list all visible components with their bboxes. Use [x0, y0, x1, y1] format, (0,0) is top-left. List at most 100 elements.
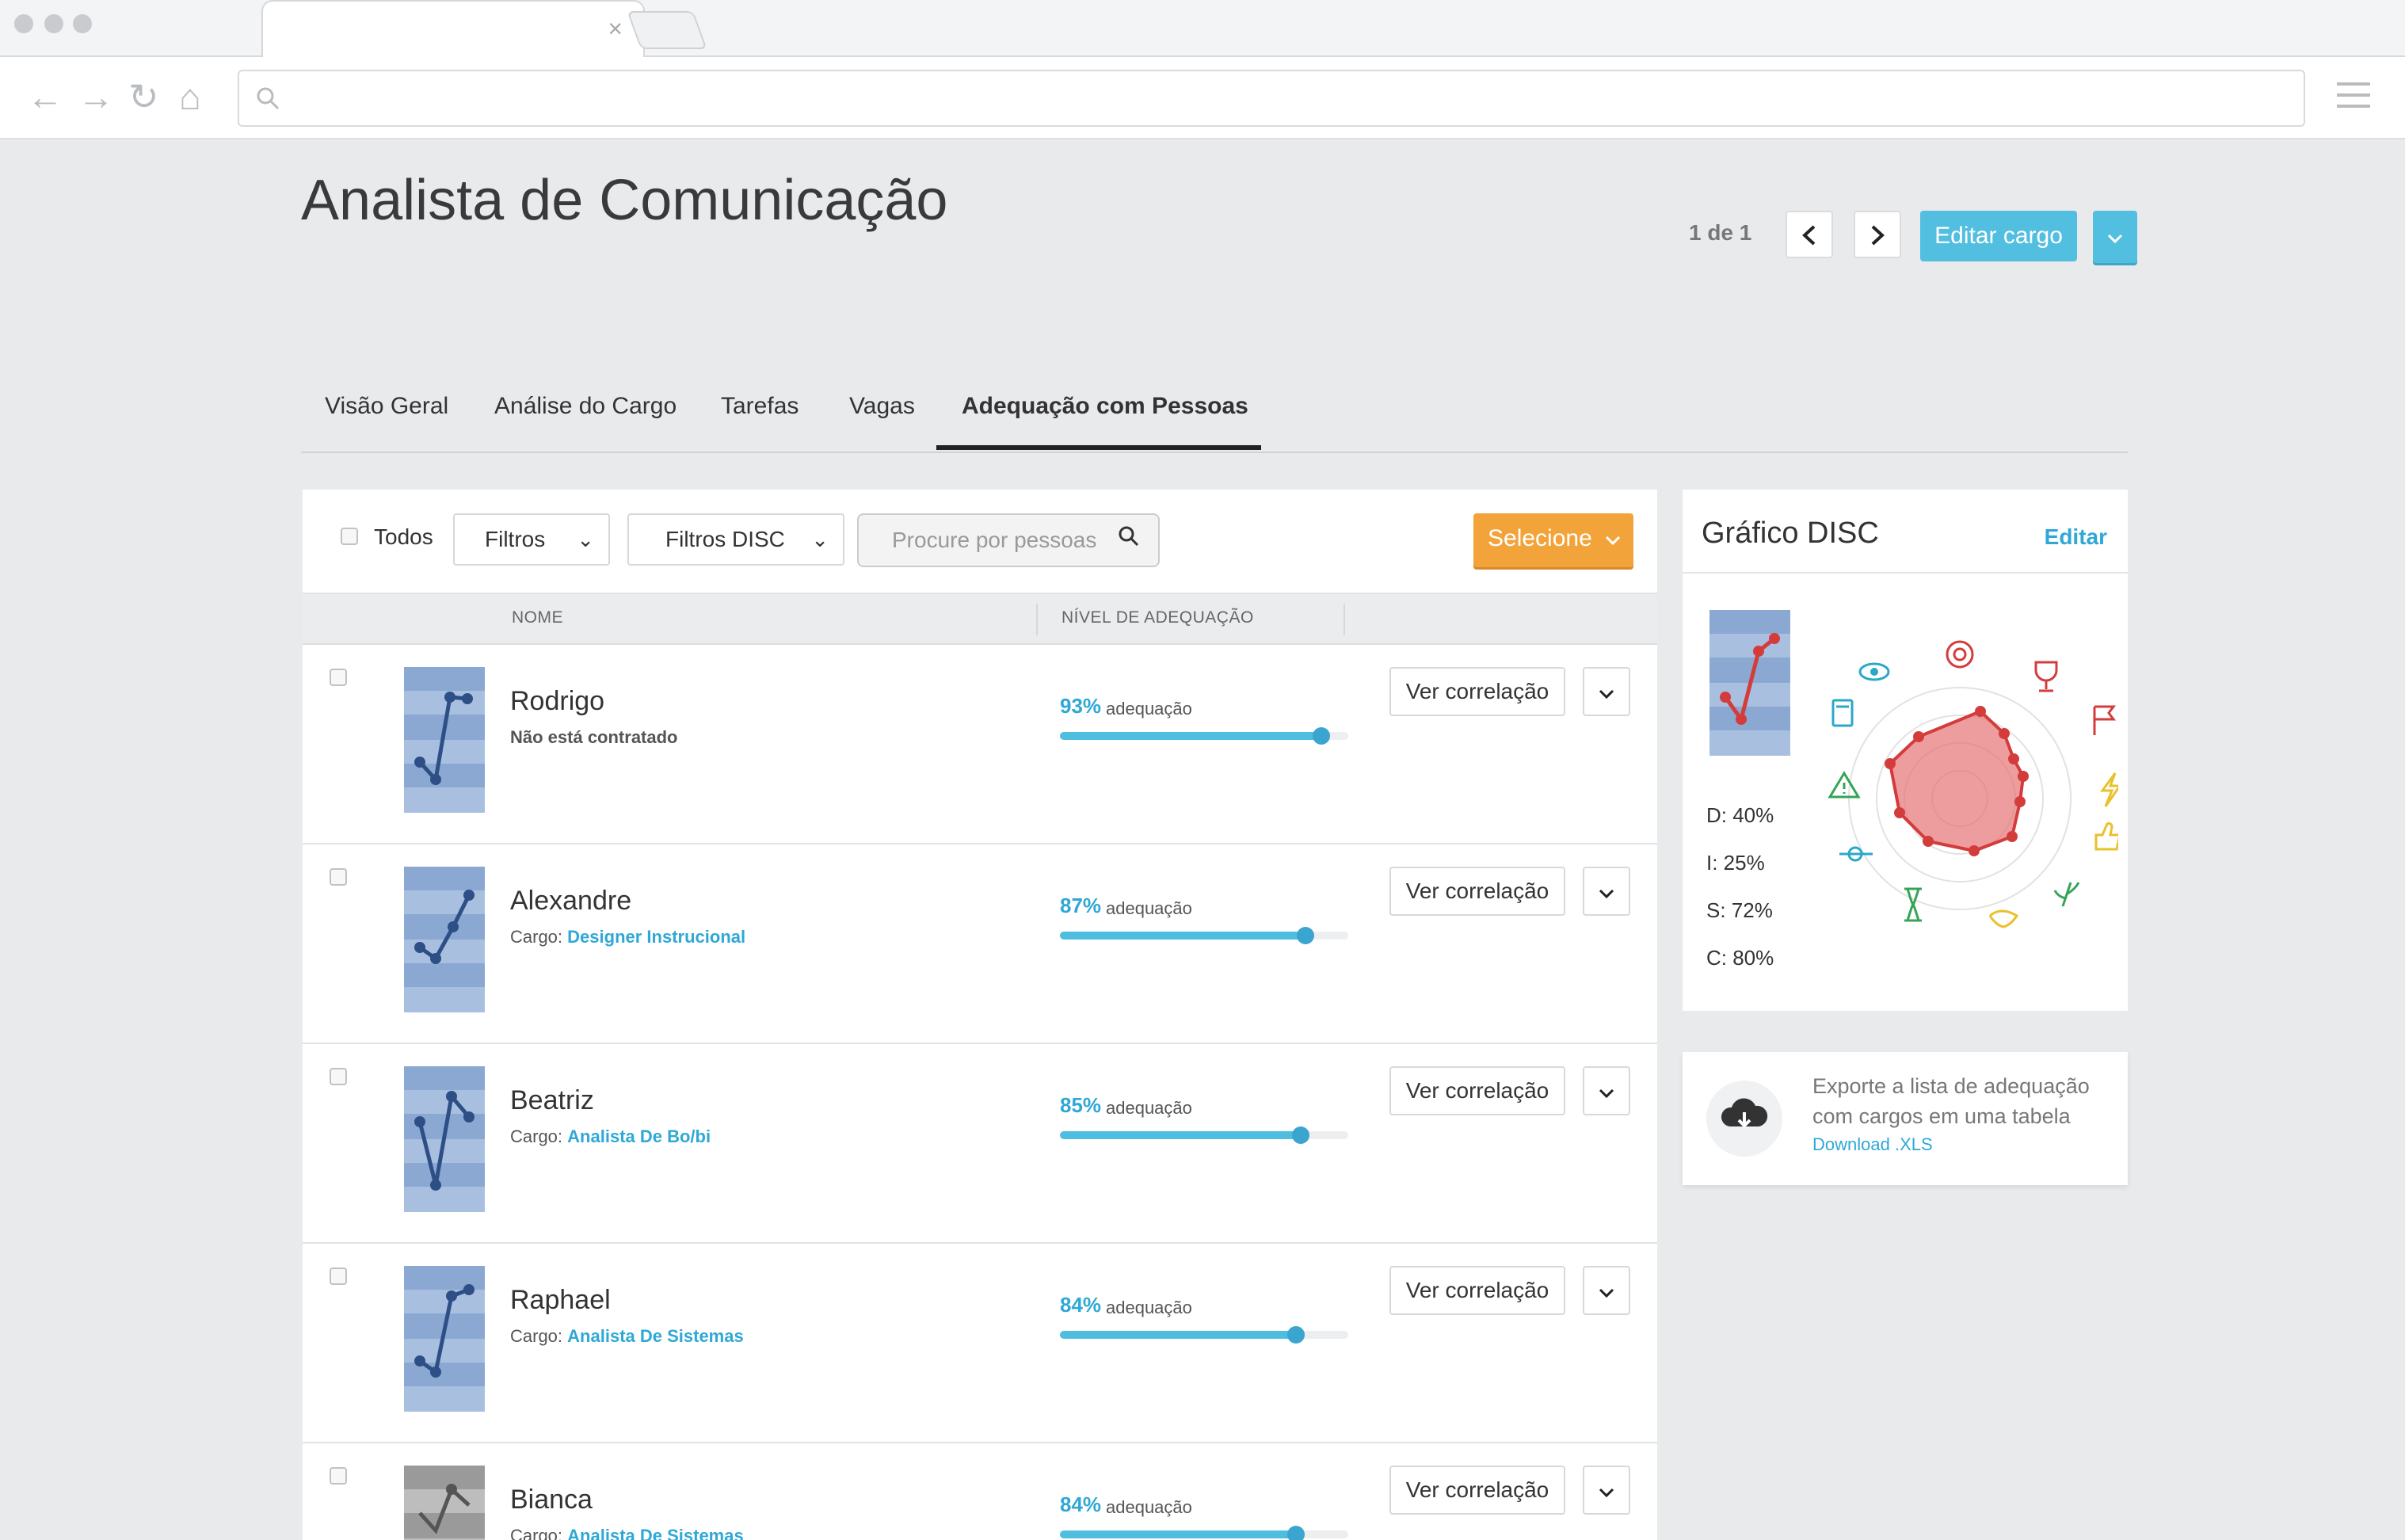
- row-dropdown-button[interactable]: [1583, 867, 1630, 916]
- next-page-button[interactable]: [1854, 211, 1901, 258]
- row-checkbox[interactable]: [330, 669, 347, 686]
- chevron-left-icon: [1802, 225, 1816, 246]
- home-icon[interactable]: ⌂: [179, 73, 201, 120]
- people-fit-card: Todos Filtros ⌄ Filtros DISC ⌄ Procure p…: [303, 490, 1657, 1540]
- flag-icon: [2093, 705, 2116, 735]
- search-icon: [257, 87, 280, 110]
- row-dropdown-button[interactable]: [1583, 1066, 1630, 1115]
- column-separator: [1344, 604, 1345, 635]
- fit-bar: [1060, 1526, 1348, 1540]
- forward-icon[interactable]: →: [78, 73, 114, 120]
- view-correlation-button[interactable]: Ver correlação: [1389, 867, 1565, 916]
- search-icon[interactable]: [1117, 524, 1141, 548]
- fit-bar: [1060, 1126, 1348, 1144]
- role-prefix: Cargo:: [510, 1526, 563, 1540]
- people-search-input[interactable]: Procure por pessoas: [857, 513, 1160, 567]
- person-name[interactable]: Beatriz: [510, 1085, 594, 1116]
- new-tab-button[interactable]: [627, 11, 707, 49]
- disc-thumbnail: [404, 1466, 485, 1540]
- address-bar[interactable]: [238, 70, 2305, 127]
- view-correlation-button[interactable]: Ver correlação: [1389, 1066, 1565, 1115]
- table-row: Raphael Cargo: Analista De Sistemas 84% …: [303, 1244, 1657, 1443]
- window-close-dot[interactable]: [14, 14, 33, 33]
- chevron-right-icon: [1871, 225, 1885, 246]
- link-icon: [1839, 846, 1873, 862]
- select-all-checkbox[interactable]: [341, 528, 358, 545]
- view-correlation-button[interactable]: Ver correlação: [1389, 1466, 1565, 1515]
- disc-s-value: S: 72%: [1706, 898, 1773, 922]
- prev-page-button[interactable]: [1786, 211, 1833, 258]
- handshake-icon: [1988, 909, 2019, 928]
- view-correlation-button[interactable]: Ver correlação: [1389, 1266, 1565, 1315]
- window-maximize-dot[interactable]: [73, 14, 92, 33]
- fit-bar-fill: [1060, 1131, 1301, 1139]
- lightning-icon: [2100, 772, 2118, 807]
- person-role: Cargo: Analista De Sistemas: [510, 1526, 744, 1540]
- role-link[interactable]: Designer Instrucional: [567, 927, 745, 947]
- fit-percent: 84%: [1060, 1293, 1102, 1317]
- edit-role-button[interactable]: Editar cargo: [1920, 211, 2077, 261]
- person-name[interactable]: Alexandre: [510, 886, 631, 917]
- view-correlation-button[interactable]: Ver correlação: [1389, 667, 1565, 716]
- disc-d-value: D: 40%: [1706, 803, 1774, 827]
- row-checkbox[interactable]: [330, 868, 347, 886]
- cloud-download-icon[interactable]: [1706, 1081, 1782, 1157]
- person-name[interactable]: Bianca: [510, 1485, 593, 1515]
- download-xls-link[interactable]: Download .XLS: [1812, 1134, 1933, 1155]
- person-status: Não está contratado: [510, 727, 678, 748]
- back-icon[interactable]: ←: [27, 73, 63, 120]
- chevron-down-icon: [1599, 1088, 1614, 1099]
- row-checkbox[interactable]: [330, 1267, 347, 1285]
- table-row: Rodrigo Não está contratado 93% adequaçã…: [303, 645, 1657, 844]
- warning-icon: [1828, 771, 1861, 799]
- disc-filters-select[interactable]: Filtros DISC ⌄: [627, 513, 844, 566]
- eye-icon: [1858, 662, 1890, 681]
- disc-filters-select-label: Filtros DISC: [665, 527, 785, 551]
- chevron-down-icon: ⌄: [811, 528, 829, 551]
- role-link[interactable]: Analista De Sistemas: [567, 1326, 744, 1346]
- thumbs-up-icon: [2094, 821, 2118, 851]
- page-title: Analista de Comunicação: [301, 169, 948, 232]
- row-dropdown-button[interactable]: [1583, 1266, 1630, 1315]
- row-checkbox[interactable]: [330, 1467, 347, 1485]
- close-tab-icon[interactable]: ×: [608, 14, 623, 44]
- disc-edit-link[interactable]: Editar: [2045, 524, 2107, 550]
- fit-label: adequação: [1106, 1298, 1192, 1317]
- row-dropdown-button[interactable]: [1583, 1466, 1630, 1515]
- select-action-button[interactable]: Selecione: [1473, 513, 1633, 567]
- tab-adequacao-pessoas[interactable]: Adequação com Pessoas: [962, 393, 1248, 420]
- chevron-down-icon: [1605, 536, 1621, 545]
- export-card: Exporte a lista de adequação com cargos …: [1683, 1052, 2128, 1185]
- tab-vagas[interactable]: Vagas: [849, 393, 915, 420]
- role-link[interactable]: Analista De Bo/bi: [567, 1126, 711, 1146]
- fit-bar-knob: [1297, 927, 1314, 944]
- table-row: Beatriz Cargo: Analista De Bo/bi 85% ade…: [303, 1044, 1657, 1244]
- tab-analise-cargo[interactable]: Análise do Cargo: [494, 393, 677, 420]
- filters-select[interactable]: Filtros ⌄: [453, 513, 610, 566]
- window-minimize-dot[interactable]: [44, 14, 63, 33]
- person-name[interactable]: Raphael: [510, 1285, 611, 1316]
- person-name[interactable]: Rodrigo: [510, 686, 604, 717]
- column-header-name[interactable]: NOME: [512, 608, 563, 627]
- row-checkbox[interactable]: [330, 1068, 347, 1085]
- person-status-text: Não está contratado: [510, 727, 678, 747]
- pager-text: 1 de 1: [1689, 220, 1752, 245]
- role-link[interactable]: Analista De Sistemas: [567, 1526, 744, 1540]
- tab-tarefas[interactable]: Tarefas: [721, 393, 798, 420]
- column-header-fit[interactable]: NÍVEL DE ADEQUAÇÃO: [1061, 608, 1254, 627]
- browser-titlebar: ×: [0, 0, 2405, 59]
- row-dropdown-button[interactable]: [1583, 667, 1630, 716]
- edit-role-dropdown[interactable]: [2093, 211, 2137, 263]
- reload-icon[interactable]: ↻: [128, 73, 159, 120]
- disc-radar-chart: [1828, 640, 2118, 928]
- chevron-down-icon: ⌄: [577, 528, 594, 551]
- menu-icon[interactable]: [2337, 82, 2370, 108]
- fit-bar-knob: [1287, 1526, 1305, 1540]
- tab-visao-geral[interactable]: Visão Geral: [325, 393, 448, 420]
- fit-percent: 84%: [1060, 1492, 1102, 1516]
- disc-card-title: Gráfico DISC: [1702, 517, 1879, 550]
- disc-i-value: I: 25%: [1706, 851, 1765, 875]
- fit-label: adequação: [1106, 898, 1192, 918]
- person-role: Cargo: Designer Instrucional: [510, 927, 745, 947]
- browser-tab[interactable]: ×: [261, 0, 645, 59]
